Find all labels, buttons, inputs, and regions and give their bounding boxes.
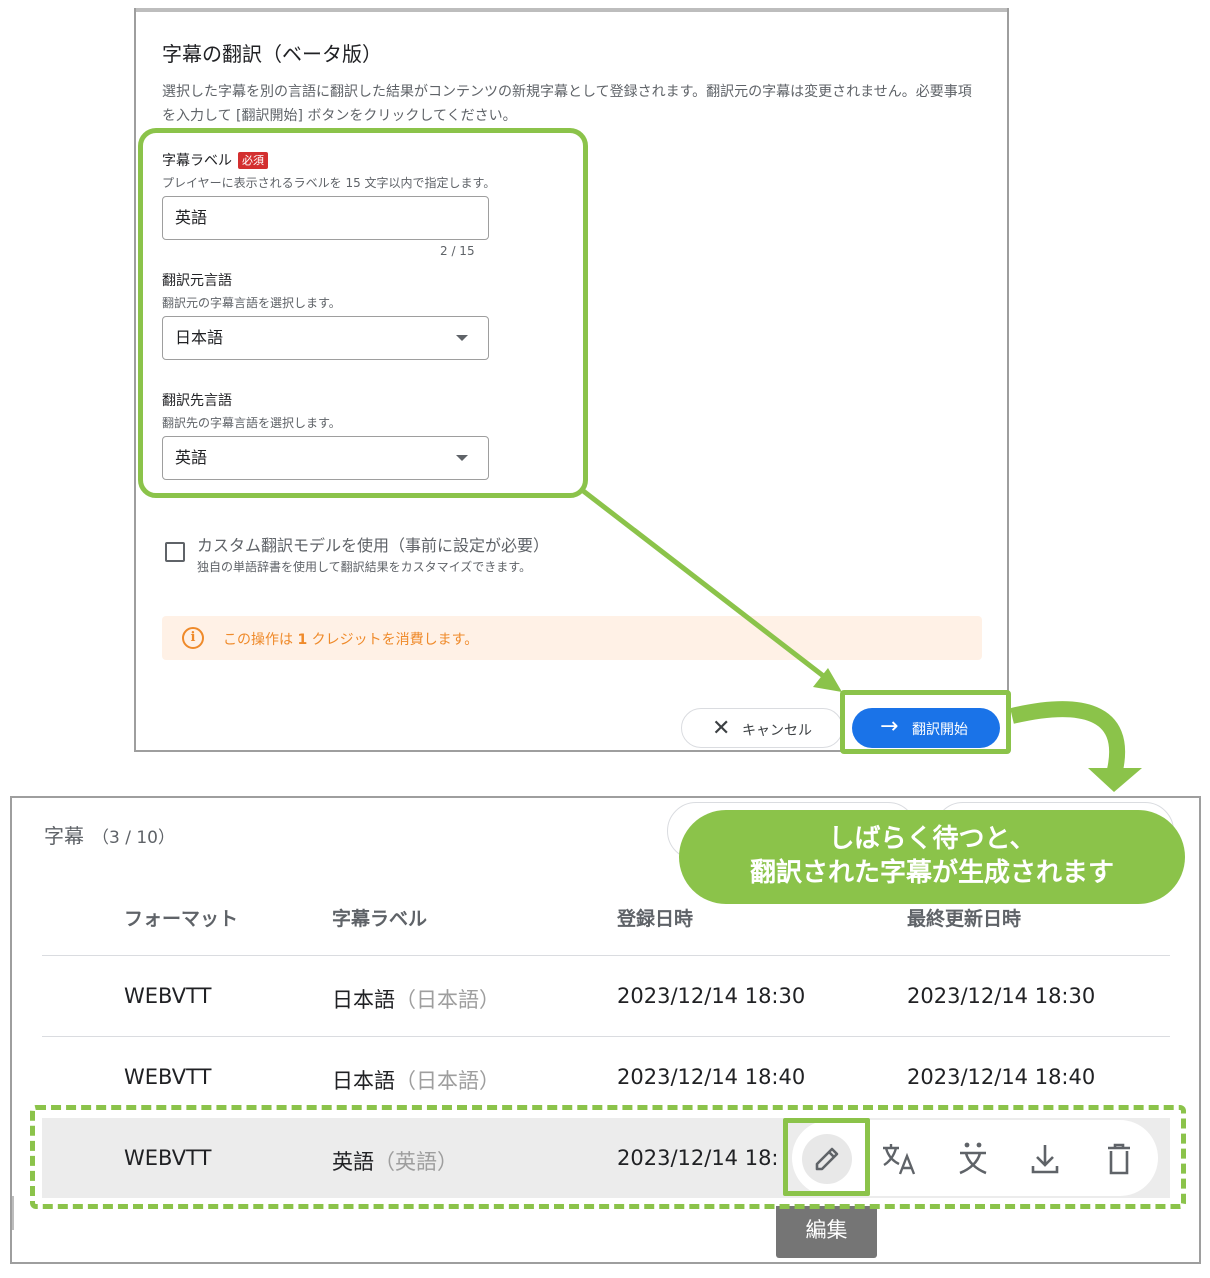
close-icon: ✕ [712, 716, 731, 741]
header-divider [42, 955, 1170, 956]
callout-line1: しばらく待つと、 [828, 824, 1036, 854]
result-callout: しばらく待つと、 翻訳された字幕が生成されます [679, 810, 1185, 904]
alert-credits: 1 [297, 632, 308, 648]
credit-alert-text: この操作は 1 クレジットを消費します。 [223, 629, 478, 649]
subtitles-title: 字幕 （3 / 10） [44, 820, 175, 849]
edit-button-highlight [783, 1118, 870, 1196]
callout-line2: 翻訳された字幕が生成されます [749, 858, 1114, 888]
cancel-button-label: キャンセル [742, 723, 812, 739]
row2-label: 日本語（日本語） [332, 1065, 500, 1095]
column-header-created: 登録日時 [617, 908, 694, 930]
start-button-highlight [840, 690, 1011, 754]
column-header-format: フォーマット [124, 908, 239, 930]
new-row-highlight [30, 1105, 1186, 1209]
row1-label-sub: （日本語） [395, 988, 500, 1012]
credit-alert: i この操作は 1 クレジットを消費します。 [162, 616, 982, 660]
custom-model-checkbox[interactable] [165, 542, 185, 562]
custom-model-label[interactable]: カスタム翻訳モデルを使用（事前に設定が必要） [197, 532, 549, 556]
row-divider [42, 1036, 1170, 1037]
column-header-label: 字幕ラベル [332, 908, 428, 930]
edit-tooltip: 編集 [776, 1206, 877, 1258]
curved-arrow [1010, 701, 1142, 792]
dialog-description: 選択した字幕を別の言語に翻訳した結果がコンテンツの新規字幕として登録されます。翻… [162, 84, 972, 124]
alert-prefix: この操作は [223, 632, 298, 648]
dialog-title: 字幕の翻訳（ベータ版） [162, 42, 382, 66]
custom-model-help: 独自の単語辞書を使用して翻訳結果をカスタマイズできます。 [197, 560, 532, 574]
frame-rule [12, 1196, 14, 1230]
row2-format: WEBVTT [124, 1065, 212, 1089]
row2-label-main: 日本語 [332, 1069, 395, 1093]
row1-format: WEBVTT [124, 984, 212, 1008]
row2-updated: 2023/12/14 18:40 [907, 1065, 1096, 1089]
row2-created: 2023/12/14 18:40 [617, 1065, 806, 1089]
column-header-updated: 最終更新日時 [907, 908, 1022, 930]
row1-label: 日本語（日本語） [332, 984, 500, 1014]
cancel-button[interactable]: ✕ キャンセル [681, 708, 843, 748]
subtitles-title-text: 字幕 [44, 824, 84, 848]
form-fields-highlight [138, 128, 588, 498]
info-icon: i [182, 627, 204, 649]
row1-created: 2023/12/14 18:30 [617, 984, 806, 1008]
row1-updated: 2023/12/14 18:30 [907, 984, 1096, 1008]
row1-label-main: 日本語 [332, 988, 395, 1012]
subtitles-count: （3 / 10） [92, 828, 175, 848]
row2-label-sub: （日本語） [395, 1069, 500, 1093]
alert-suffix: クレジットを消費します。 [307, 632, 479, 648]
